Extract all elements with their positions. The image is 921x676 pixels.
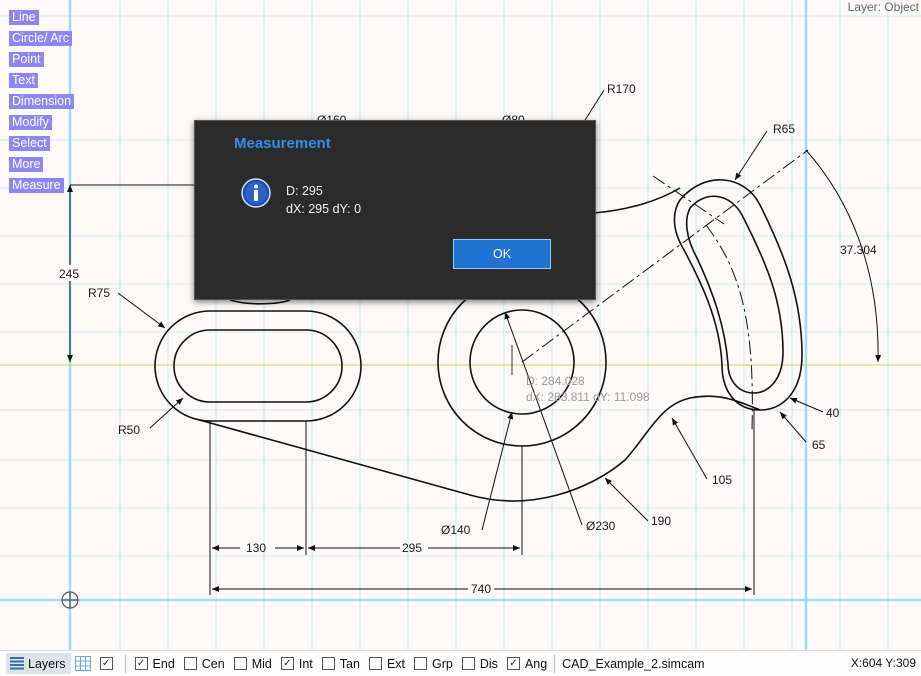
snap-int[interactable]: ✓ Int xyxy=(280,656,313,671)
ghost-measure-line1: D: 284.028 xyxy=(526,374,585,388)
dialog-title: Measurement xyxy=(234,135,331,152)
dim-295: 295 xyxy=(402,541,422,555)
divider xyxy=(124,654,126,673)
cursor-coords: X:604 Y:309 xyxy=(850,656,916,670)
grid-toggle[interactable]: ✓ xyxy=(99,657,118,670)
layers-button[interactable]: Layers xyxy=(6,653,71,674)
layers-label: Layers xyxy=(28,656,66,671)
dim-245: 245 xyxy=(59,267,79,281)
snap-cen[interactable]: Cen xyxy=(183,656,225,671)
grid-checkbox[interactable]: ✓ xyxy=(99,657,113,670)
grid-icon[interactable] xyxy=(74,656,91,671)
dialog-delta: dX: 295 dY: 0 xyxy=(286,202,362,216)
snap-dis-label: Dis xyxy=(479,656,498,671)
cad-drawing: Ø160 Ø80 R170 R65 37.304 245 R75 R50 40 … xyxy=(0,0,921,650)
snap-grp-label: Grp xyxy=(432,656,453,671)
info-icon xyxy=(241,178,271,208)
drawing-canvas[interactable]: Ø160 Ø80 R170 R65 37.304 245 R75 R50 40 … xyxy=(0,0,921,650)
snap-grp-checkbox[interactable] xyxy=(414,657,427,670)
dim-r50: R50 xyxy=(118,423,140,437)
dim-r75: R75 xyxy=(88,286,110,300)
snap-ext-label: Ext xyxy=(386,656,405,671)
snap-int-checkbox[interactable]: ✓ xyxy=(280,657,294,670)
snap-end-checkbox[interactable]: ✓ xyxy=(134,657,148,670)
snap-grp[interactable]: Grp xyxy=(414,657,453,671)
snap-end-label: End xyxy=(152,656,175,671)
dim-dia230: Ø230 xyxy=(586,519,616,533)
measurement-dialog: Measurement D: 295 dX: 295 dY: 0 OK xyxy=(194,120,596,300)
menu-more[interactable]: More xyxy=(9,157,44,172)
snap-tan[interactable]: Tan xyxy=(321,656,360,671)
major-axes xyxy=(0,0,921,650)
layers-icon xyxy=(10,657,24,670)
snap-ext-checkbox[interactable] xyxy=(368,657,382,670)
snap-ext[interactable]: Ext xyxy=(368,656,405,671)
menu-circle-arc[interactable]: Circle/ Arc xyxy=(9,31,72,46)
ghost-measure-line2: dX: 283.811 dY: 11.098 xyxy=(526,390,650,404)
dim-130: 130 xyxy=(246,541,266,555)
layer-label: Layer: Object xyxy=(847,0,919,14)
snap-mid-checkbox[interactable] xyxy=(233,657,247,670)
menu-text[interactable]: Text xyxy=(9,73,38,88)
dim-dia140: Ø140 xyxy=(441,523,471,537)
snap-ang-checkbox[interactable]: ✓ xyxy=(506,657,520,670)
snap-tan-checkbox[interactable] xyxy=(321,657,335,670)
menu-line[interactable]: Line xyxy=(9,10,39,25)
dim-r170: R170 xyxy=(607,82,636,96)
divider xyxy=(554,654,556,673)
snap-mid[interactable]: Mid xyxy=(233,656,272,671)
dim-190: 190 xyxy=(651,514,671,528)
snap-cen-label: Cen xyxy=(201,656,225,671)
origin-icon xyxy=(61,591,79,609)
menu-point[interactable]: Point xyxy=(9,52,44,67)
snap-dis-checkbox[interactable] xyxy=(461,657,475,670)
dim-65: 65 xyxy=(812,438,826,452)
tool-menu: Line Circle/ Arc Point Text Dimension Mo… xyxy=(9,10,75,199)
dim-740: 740 xyxy=(471,582,491,596)
snap-tan-label: Tan xyxy=(339,656,360,671)
snap-ang[interactable]: ✓ Ang xyxy=(506,656,548,671)
snap-end[interactable]: ✓ End xyxy=(134,656,175,671)
dim-105: 105 xyxy=(712,473,732,487)
dim-angle: 37.304 xyxy=(840,243,877,257)
snap-cen-checkbox[interactable] xyxy=(183,657,197,670)
menu-select[interactable]: Select xyxy=(9,136,50,151)
snap-int-label: Int xyxy=(298,656,313,671)
menu-measure[interactable]: Measure xyxy=(9,178,64,193)
snap-ang-label: Ang xyxy=(524,656,548,671)
ok-button[interactable]: OK xyxy=(453,239,551,269)
menu-modify[interactable]: Modify xyxy=(9,115,52,130)
dialog-distance: D: 295 xyxy=(286,184,323,198)
dim-r65: R65 xyxy=(773,122,795,136)
status-bar: Layers ✓ ✓ End Cen Mid ✓ Int Tan Ext Grp D… xyxy=(0,650,921,676)
snap-dis[interactable]: Dis xyxy=(461,656,498,671)
dim-40: 40 xyxy=(826,406,840,420)
dialog-message: D: 295 dX: 295 dY: 0 xyxy=(286,182,361,218)
file-name: CAD_Example_2.simcam xyxy=(562,656,705,671)
grid-lines xyxy=(0,0,921,650)
menu-dimension[interactable]: Dimension xyxy=(9,94,75,109)
snap-mid-label: Mid xyxy=(251,656,272,671)
